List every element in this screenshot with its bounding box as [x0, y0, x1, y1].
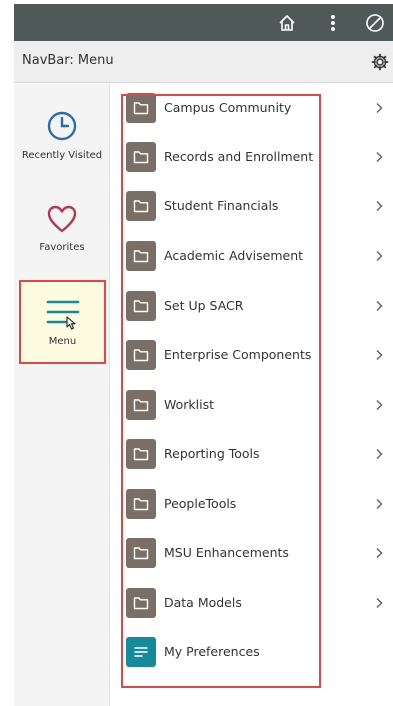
menu-item-campus-community[interactable]: Campus Community	[110, 84, 393, 133]
menu-item-label: Student Financials	[164, 198, 279, 213]
folder-icon	[126, 191, 156, 221]
chevron-right-icon	[372, 545, 386, 561]
home-icon[interactable]	[276, 12, 298, 34]
menu-item-label: MSU Enhancements	[164, 545, 289, 560]
menu-list: Campus Community Records and Enrollment …	[110, 84, 393, 706]
menu-item-my-preferences[interactable]: My Preferences	[110, 628, 393, 677]
chevron-right-icon	[372, 248, 386, 264]
menu-item-label: Campus Community	[164, 100, 292, 115]
menu-item-label: PeopleTools	[164, 496, 237, 511]
favorites-label: Favorites	[39, 242, 85, 253]
menu-item-label: My Preferences	[164, 644, 260, 659]
chevron-right-icon	[372, 100, 386, 116]
menu-button[interactable]: Menu	[19, 280, 106, 364]
menu-item-peopletools[interactable]: PeopleTools	[110, 480, 393, 529]
menu-item-label: Enterprise Components	[164, 347, 312, 362]
menu-item-academic-advisement[interactable]: Academic Advisement	[110, 232, 393, 281]
menu-item-records-and-enrollment[interactable]: Records and Enrollment	[110, 133, 393, 182]
preferences-icon	[126, 637, 156, 667]
gear-icon[interactable]	[369, 51, 391, 73]
recently-visited-label: Recently Visited	[21, 150, 103, 161]
menu-item-reporting-tools[interactable]: Reporting Tools	[110, 430, 393, 479]
folder-icon	[126, 340, 156, 370]
menu-item-label: Set Up SACR	[164, 298, 244, 313]
chevron-right-icon	[372, 496, 386, 512]
chevron-right-icon	[372, 595, 386, 611]
chevron-right-icon	[372, 198, 386, 214]
navbar-compass-icon[interactable]	[364, 12, 386, 34]
chevron-right-icon	[372, 149, 386, 165]
folder-icon	[126, 93, 156, 123]
navbar-side-panel: Recently Visited Favorites Menu	[14, 84, 110, 706]
menu-item-worklist[interactable]: Worklist	[110, 381, 393, 430]
menu-item-label: Academic Advisement	[164, 248, 304, 263]
folder-icon	[126, 241, 156, 271]
folder-icon	[126, 390, 156, 420]
menu-lines-icon	[46, 300, 79, 330]
heart-icon	[47, 205, 77, 233]
menu-item-enterprise-components[interactable]: Enterprise Components	[110, 331, 393, 380]
menu-item-label: Data Models	[164, 595, 242, 610]
chevron-right-icon	[372, 298, 386, 314]
folder-icon	[126, 538, 156, 568]
favorites-button[interactable]: Favorites	[14, 204, 110, 253]
chevron-right-icon	[372, 397, 386, 413]
folder-icon	[126, 291, 156, 321]
chevron-right-icon	[372, 446, 386, 462]
menu-item-label: Reporting Tools	[164, 446, 260, 461]
menu-item-student-financials[interactable]: Student Financials	[110, 182, 393, 231]
recently-visited-button[interactable]: Recently Visited	[14, 110, 110, 161]
menu-item-label: Records and Enrollment	[164, 149, 314, 164]
folder-icon	[126, 588, 156, 618]
chevron-right-icon	[372, 347, 386, 363]
folder-icon	[126, 439, 156, 469]
folder-icon	[126, 489, 156, 519]
menu-item-set-up-sacr[interactable]: Set Up SACR	[110, 282, 393, 331]
page-title: NavBar: Menu	[22, 53, 114, 68]
more-options-icon[interactable]	[322, 12, 344, 34]
top-toolbar	[14, 4, 393, 41]
menu-item-msu-enhancements[interactable]: MSU Enhancements	[110, 529, 393, 578]
folder-icon	[126, 142, 156, 172]
navbar-header: NavBar: Menu	[14, 41, 393, 83]
menu-item-data-models[interactable]: Data Models	[110, 579, 393, 628]
menu-label: Menu	[48, 336, 77, 347]
menu-item-label: Worklist	[164, 397, 215, 412]
clock-icon	[47, 111, 77, 141]
